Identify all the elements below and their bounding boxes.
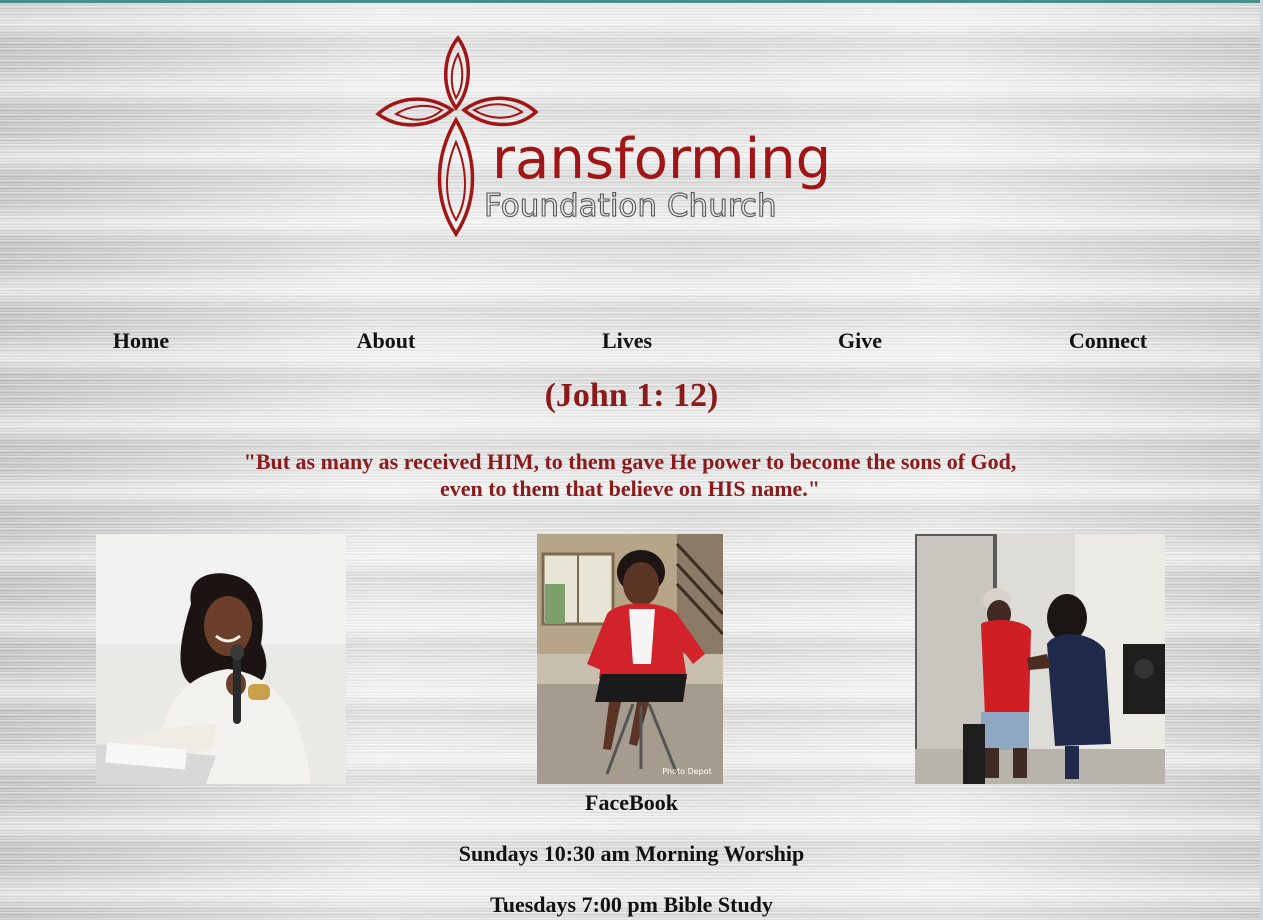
tuesday-service-text: Tuesdays 7:00 pm Bible Study <box>490 892 773 917</box>
verse-line-2: even to them that believe on HIS name." <box>439 476 821 501</box>
verse-reference: (John 1: 12) <box>544 377 719 414</box>
verse-line-1: "But as many as received HIM, to them ga… <box>243 449 1017 474</box>
nav-about[interactable]: About <box>357 326 416 356</box>
church-logo[interactable]: ransforming Foundation Church <box>372 30 872 240</box>
prayer-photo <box>915 534 1165 784</box>
verse-text: "But as many as received HIM, to them ga… <box>190 448 1070 502</box>
nav-give[interactable]: Give <box>838 326 882 356</box>
logo-title: ransforming <box>492 127 831 192</box>
sunday-service-text: Sundays 10:30 am Morning Worship <box>458 841 805 866</box>
woman-speaking-photo <box>96 534 346 784</box>
main-nav: Home About Lives Give Connect <box>0 326 1263 356</box>
nav-lives[interactable]: Lives <box>602 326 652 356</box>
photo-watermark: Photo Depot <box>662 767 712 776</box>
logo-subtitle: Foundation Church <box>484 188 777 224</box>
nav-home[interactable]: Home <box>113 326 169 356</box>
woman-seated-red-jacket-photo: Photo Depot <box>537 534 723 784</box>
facebook-link[interactable]: FaceBook <box>0 789 1263 817</box>
top-border <box>0 0 1263 3</box>
nav-connect[interactable]: Connect <box>1069 326 1147 356</box>
